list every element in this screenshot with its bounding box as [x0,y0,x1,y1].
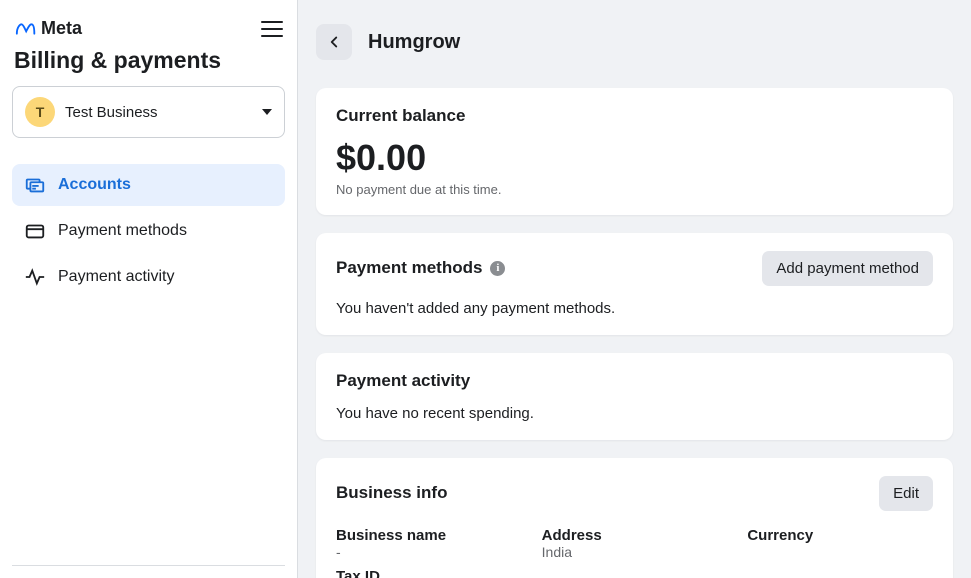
credit-card-icon [24,220,46,242]
payment-methods-card: Payment methods i Add payment method You… [316,233,953,335]
accounts-icon [24,174,46,196]
activity-icon [24,266,46,288]
sidebar-item-payment-activity[interactable]: Payment activity [12,256,285,298]
back-button[interactable] [316,24,352,60]
main-content: Humgrow Current balance $0.00 No payment… [298,0,971,578]
sidebar-item-label: Accounts [58,176,131,194]
tax-id-label: Tax ID [336,568,522,578]
payment-activity-body: You have no recent spending. [336,405,933,422]
page-title: Billing & payments [12,45,285,86]
business-name-value: - [336,544,522,560]
balance-title: Current balance [336,106,933,126]
chevron-left-icon [325,33,343,51]
business-name-label: Business name [336,527,522,544]
payment-methods-title-text: Payment methods [336,258,482,278]
business-info-title: Business info [336,483,447,503]
menu-icon[interactable] [261,21,283,37]
chevron-down-icon [262,109,272,115]
payment-activity-card: Payment activity You have no recent spen… [316,353,953,440]
currency-label: Currency [747,527,933,544]
business-info-card: Business info Edit Business name - Tax I… [316,458,953,578]
business-avatar: T [25,97,55,127]
account-name: Humgrow [368,31,460,54]
sidebar: Meta Billing & payments T Test Business … [0,0,298,578]
address-value: India [542,544,728,560]
payment-methods-title: Payment methods i [336,258,505,278]
info-icon[interactable]: i [490,261,505,276]
brand-text: Meta [41,18,82,39]
balance-card: Current balance $0.00 No payment due at … [316,88,953,215]
business-selector[interactable]: T Test Business [12,86,285,138]
sidebar-item-accounts[interactable]: Accounts [12,164,285,206]
meta-logo-icon [14,22,36,36]
sidebar-item-payment-methods[interactable]: Payment methods [12,210,285,252]
payment-activity-title: Payment activity [336,371,933,391]
business-name: Test Business [65,104,252,121]
sidebar-item-label: Payment methods [58,222,187,240]
balance-amount: $0.00 [336,138,933,178]
main-header: Humgrow [316,24,953,60]
edit-business-info-button[interactable]: Edit [879,476,933,511]
address-label: Address [542,527,728,544]
add-payment-method-button[interactable]: Add payment method [762,251,933,286]
balance-note: No payment due at this time. [336,182,933,197]
payment-methods-body: You haven't added any payment methods. [336,300,933,317]
sidebar-nav: Accounts Payment methods Payment activit… [12,164,285,298]
sidebar-item-label: Payment activity [58,268,174,286]
meta-logo: Meta [14,18,82,39]
